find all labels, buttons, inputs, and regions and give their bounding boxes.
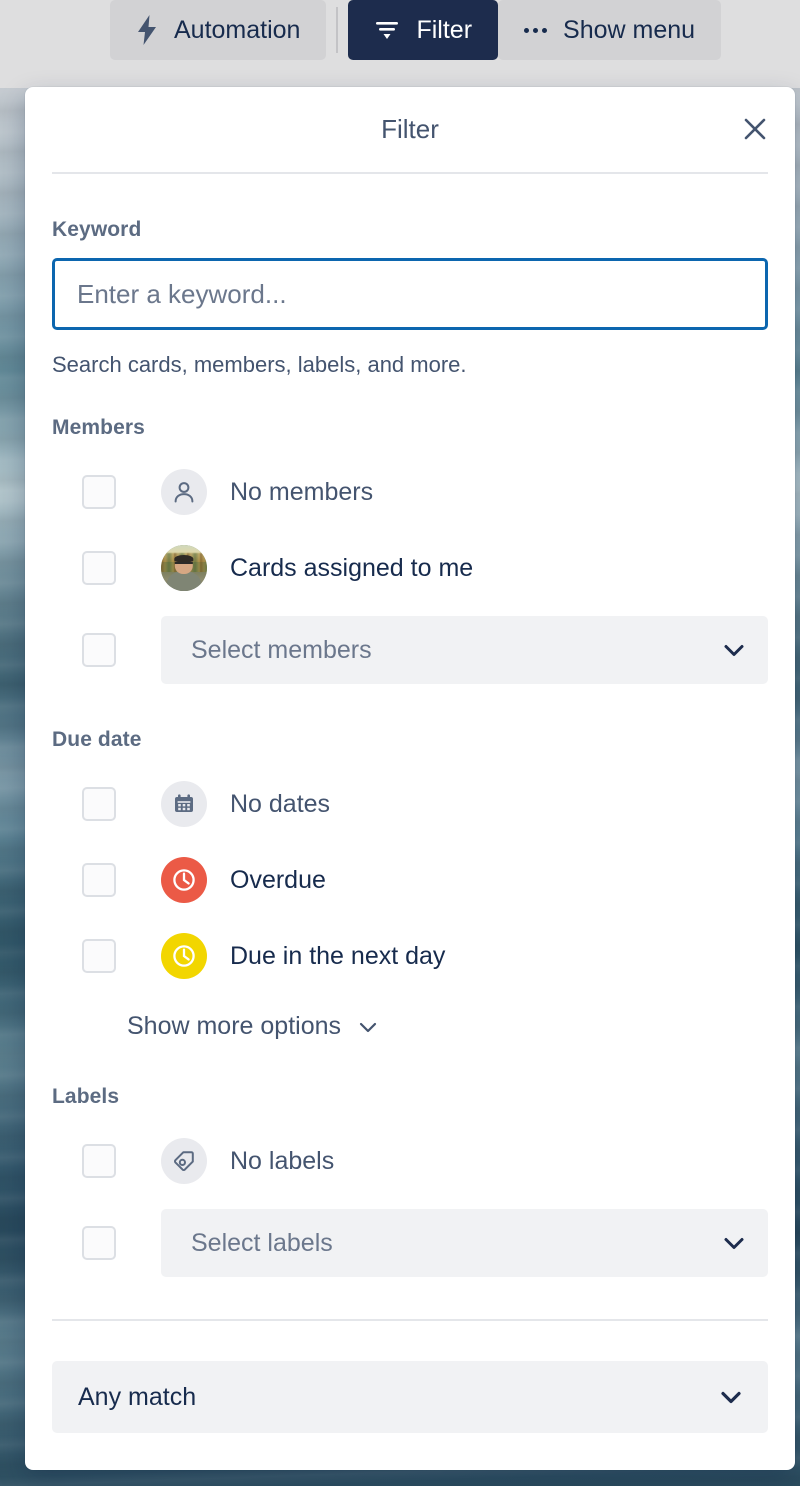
option-label: No dates: [230, 789, 331, 818]
automation-label: Automation: [174, 15, 301, 44]
checkbox-due-next-day[interactable]: [82, 939, 116, 973]
calendar-icon: [161, 781, 207, 827]
filter-option-no-members[interactable]: No members: [52, 460, 768, 524]
automation-button[interactable]: Automation: [110, 0, 327, 60]
filter-popover-body: Keyword Search cards, members, labels, a…: [25, 218, 795, 1277]
label-select-row[interactable]: Select labels: [52, 1209, 768, 1277]
clock-icon: [161, 857, 207, 903]
chevron-down-icon: [355, 1014, 381, 1040]
match-mode-dropdown[interactable]: Any match: [52, 1361, 768, 1433]
show-more-options-button[interactable]: Show more options: [127, 1012, 381, 1041]
checkbox-overdue[interactable]: [82, 863, 116, 897]
chevron-down-icon: [720, 636, 748, 664]
match-mode-wrapper: Any match: [25, 1361, 795, 1433]
labels-section-label: Labels: [52, 1085, 120, 1108]
header-divider: [52, 172, 768, 174]
ellipsis-icon: [524, 27, 548, 33]
bolt-icon: [136, 15, 158, 45]
checkbox-cards-assigned-to-me[interactable]: [82, 551, 116, 585]
chevron-down-icon: [720, 1229, 748, 1257]
toolbar-divider: [336, 7, 339, 53]
checkbox-no-dates[interactable]: [82, 787, 116, 821]
keyword-section-label: Keyword: [52, 218, 142, 241]
checkbox-no-labels[interactable]: [82, 1144, 116, 1178]
keyword-hint-text: Search cards, members, labels, and more.: [52, 352, 467, 377]
avatar: [161, 545, 207, 591]
due-date-section-label: Due date: [52, 728, 142, 751]
show-menu-button[interactable]: Show menu: [498, 0, 722, 60]
filter-popover: Filter Keyword Search cards, members, la…: [25, 87, 795, 1470]
clock-icon: [161, 933, 207, 979]
member-select-row[interactable]: Select members: [52, 616, 768, 684]
show-more-options-label: Show more options: [127, 1012, 342, 1040]
person-icon: [161, 469, 207, 515]
option-label: Overdue: [230, 865, 326, 894]
match-mode-value: Any match: [78, 1382, 197, 1411]
select-labels-placeholder: Select labels: [191, 1228, 333, 1257]
footer-divider: [52, 1319, 768, 1321]
funnel-icon: [374, 19, 400, 41]
close-icon: [741, 115, 769, 143]
option-label: No members: [230, 477, 374, 506]
members-section-label: Members: [52, 416, 145, 439]
filter-option-due-next-day[interactable]: Due in the next day: [52, 924, 768, 988]
option-label: No labels: [230, 1146, 335, 1175]
select-members-dropdown[interactable]: Select members: [161, 616, 768, 684]
select-members-placeholder: Select members: [191, 635, 372, 664]
show-menu-label: Show menu: [563, 15, 696, 44]
filter-option-cards-assigned-to-me[interactable]: Cards assigned to me: [52, 536, 768, 600]
filter-option-no-labels[interactable]: No labels: [52, 1129, 768, 1193]
checkbox-select-members[interactable]: [82, 633, 116, 667]
checkbox-select-labels[interactable]: [82, 1226, 116, 1260]
filter-label: Filter: [416, 15, 473, 44]
search-input[interactable]: [52, 258, 768, 330]
option-label: Cards assigned to me: [230, 553, 474, 582]
board-toolbar: Automation Filter Show menu: [0, 0, 800, 88]
filter-popover-header: Filter: [25, 87, 795, 172]
tag-icon: [161, 1138, 207, 1184]
filter-option-overdue[interactable]: Overdue: [52, 848, 768, 912]
checkbox-no-members[interactable]: [82, 475, 116, 509]
filter-button[interactable]: Filter: [348, 0, 499, 60]
chevron-down-icon: [716, 1382, 746, 1412]
select-labels-dropdown[interactable]: Select labels: [161, 1209, 768, 1277]
filter-option-no-dates[interactable]: No dates: [52, 772, 768, 836]
page-title: Filter: [381, 114, 439, 144]
close-button[interactable]: [733, 107, 777, 151]
option-label: Due in the next day: [230, 941, 446, 970]
